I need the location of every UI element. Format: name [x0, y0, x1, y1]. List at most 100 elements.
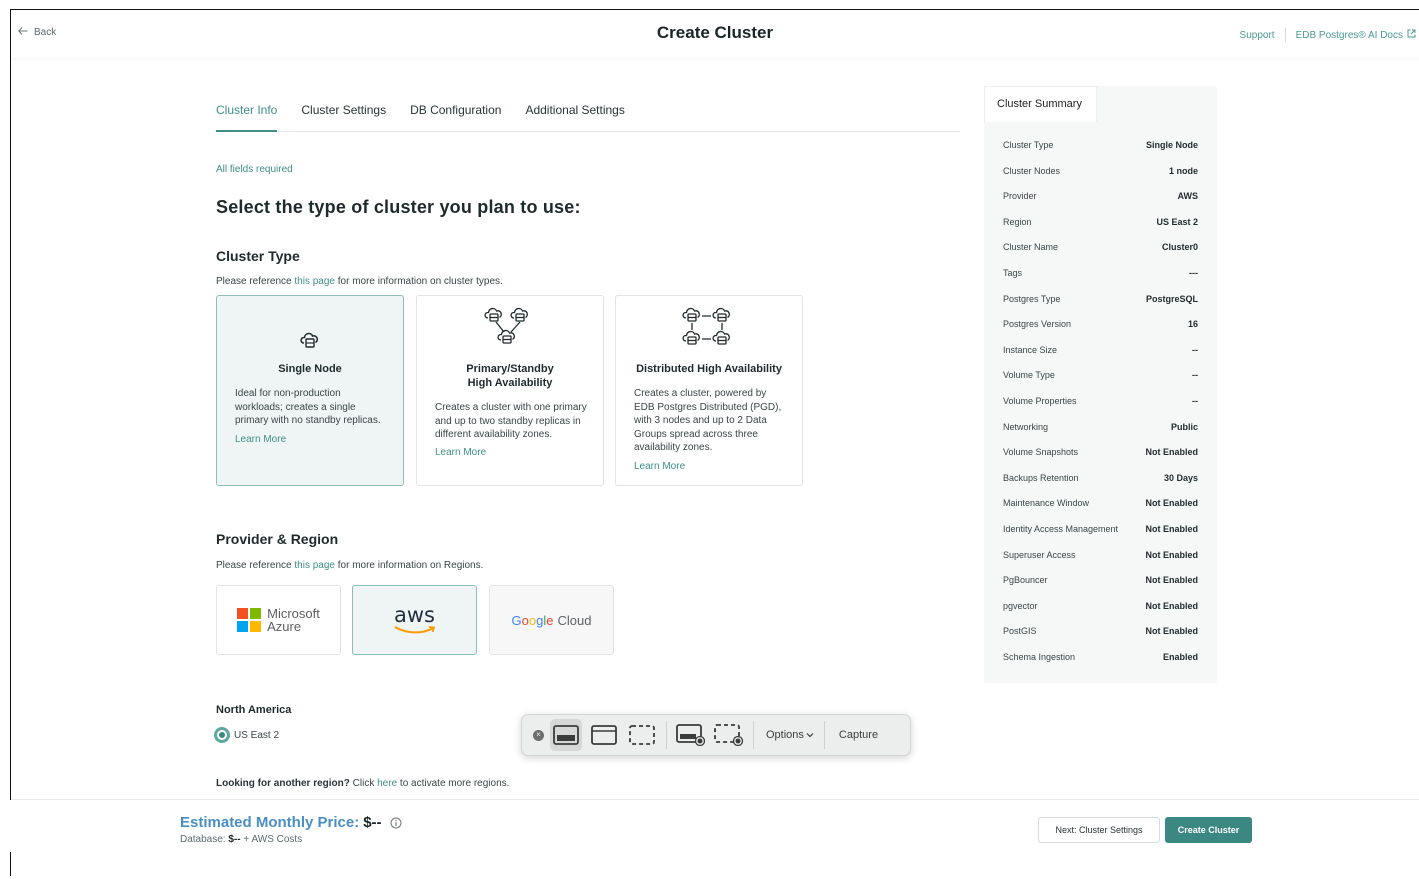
summary-row: Identity Access Management Not Enabled	[1003, 524, 1198, 550]
reference-suffix: for more information on cluster types.	[334, 276, 503, 287]
capture-button[interactable]: Capture	[839, 729, 878, 741]
tab-cluster-info[interactable]: Cluster Info	[216, 103, 278, 132]
price-label: Estimated Monthly Price:	[180, 814, 360, 831]
toolbar-close-icon[interactable]: ×	[533, 729, 544, 741]
summary-row: PgBouncer Not Enabled	[1003, 575, 1198, 601]
summary-value: Single Node	[1145, 140, 1198, 150]
distributed-ha-learn-more[interactable]: Learn More	[634, 461, 685, 472]
price-value: $--	[363, 814, 382, 831]
wizard-tabs: Cluster Info Cluster Settings DB Configu…	[216, 103, 960, 132]
tab-cluster-settings[interactable]: Cluster Settings	[301, 103, 386, 132]
cluster-type-primary-standby[interactable]: Primary/Standby High Availability Create…	[416, 295, 604, 486]
primary-standby-icon	[417, 306, 603, 348]
info-icon[interactable]	[390, 817, 402, 829]
summary-key: Volume Type	[1003, 370, 1055, 381]
summary-key: Postgres Version	[1003, 319, 1072, 330]
provider-region-heading: Provider & Region	[216, 531, 339, 547]
reference-prefix: Please reference	[216, 560, 295, 571]
capture-entire-screen-button[interactable]	[550, 719, 582, 751]
summary-key: Maintenance Window	[1003, 498, 1090, 509]
distributed-ha-title: Distributed High Availability	[636, 363, 782, 375]
cluster-types-link[interactable]: this page	[294, 276, 335, 287]
cluster-type-single-node[interactable]: Single Node Ideal for non-production wor…	[216, 295, 404, 486]
summary-value: Enabled	[1162, 651, 1198, 662]
summary-key: PgBouncer	[1003, 575, 1048, 586]
regions-reference: Please reference this page for more info…	[216, 560, 483, 571]
next-cluster-settings-button[interactable]: Next: Cluster Settings	[1038, 817, 1160, 843]
capture-window-button[interactable]	[588, 719, 620, 751]
summary-value: Cluster0	[1161, 242, 1198, 253]
summary-row: Postgres Type PostgreSQL	[1003, 294, 1198, 320]
record-entire-screen-button[interactable]	[675, 719, 707, 751]
options-menu[interactable]: Options	[766, 729, 814, 741]
summary-value: Not Enabled	[1145, 447, 1198, 458]
support-link[interactable]: Support	[1240, 30, 1275, 41]
provider-azure[interactable]: Microsoft Azure	[216, 585, 341, 655]
cluster-summary-panel: Cluster Summary Cluster Type Single Node C…	[984, 86, 1217, 683]
db-suffix: + AWS Costs	[240, 834, 303, 845]
record-screen-icon	[676, 724, 706, 746]
tab-additional-settings[interactable]: Additional Settings	[525, 103, 624, 132]
aws-smile-icon	[393, 626, 435, 634]
summary-row: Backups Retention 30 Days	[1003, 473, 1198, 499]
summary-row: PostGIS Not Enabled	[1003, 626, 1198, 652]
summary-row: Cluster Type Single Node	[1003, 140, 1198, 166]
summary-row: Instance Size --	[1003, 345, 1198, 371]
provider-aws[interactable]: aws	[352, 585, 477, 655]
estimated-price: Estimated Monthly Price: $--	[180, 814, 402, 831]
google-cloud-logo: Google Cloud	[512, 613, 592, 628]
header-separator	[1284, 28, 1286, 42]
summary-value: ---	[1189, 267, 1198, 278]
summary-key: Provider	[1003, 191, 1037, 202]
app-header: Back Create Cluster Support EDB Postgres…	[11, 10, 1419, 58]
form-heading: Select the type of cluster you plan to u…	[216, 197, 581, 217]
single-node-icon	[217, 330, 403, 350]
cluster-type-heading: Cluster Type	[216, 248, 300, 264]
activate-regions-link[interactable]: here	[377, 778, 397, 789]
radio-selected-icon[interactable]	[214, 727, 230, 743]
summary-value: Not Enabled	[1145, 498, 1198, 509]
docs-link-label: EDB Postgres® AI Docs	[1295, 30, 1403, 41]
summary-row: Cluster Nodes 1 node	[1003, 166, 1198, 192]
cluster-summary-tab[interactable]: Cluster Summary	[984, 86, 1097, 122]
summary-value: Not Enabled	[1145, 523, 1198, 534]
tab-db-configuration[interactable]: DB Configuration	[410, 103, 501, 132]
summary-value: --	[1192, 344, 1198, 355]
docs-link[interactable]: EDB Postgres® AI Docs	[1296, 29, 1416, 41]
another-region-bold: Looking for another region?	[216, 778, 350, 789]
db-label: Database:	[180, 834, 229, 845]
distributed-ha-description: Creates a cluster, powered by EDB Postgr…	[634, 388, 782, 453]
summary-key: Volume Properties	[1003, 395, 1077, 406]
region-option-us-east-2[interactable]: US East 2	[214, 727, 279, 743]
reference-suffix: for more information on Regions.	[334, 560, 484, 571]
record-selection-button[interactable]	[713, 719, 745, 751]
primary-standby-title: Primary/Standby High Availability	[427, 362, 593, 390]
summary-key: Cluster Name	[1003, 242, 1059, 253]
summary-row: Superuser Access Not Enabled	[1003, 550, 1198, 576]
header-links: Support EDB Postgres® AI Docs	[1240, 28, 1416, 42]
screenshot-toolbar: × Options Capture	[521, 714, 911, 756]
summary-row: Volume Type --	[1003, 370, 1198, 396]
options-label: Options	[766, 729, 804, 741]
aws-logo: aws	[393, 605, 437, 635]
primary-standby-learn-more[interactable]: Learn More	[435, 447, 486, 458]
summary-row: Volume Properties --	[1003, 396, 1198, 422]
summary-value: 16	[1187, 319, 1198, 330]
cluster-type-reference: Please reference this page for more info…	[216, 276, 503, 287]
summary-value: PostgreSQL	[1145, 293, 1198, 304]
summary-value: Public	[1170, 421, 1198, 432]
capture-selection-button[interactable]	[626, 719, 658, 751]
summary-key: pgvector	[1003, 600, 1038, 611]
regions-link[interactable]: this page	[294, 560, 335, 571]
provider-google-cloud[interactable]: Google Cloud	[489, 585, 614, 655]
summary-row: Volume Snapshots Not Enabled	[1003, 447, 1198, 473]
distributed-ha-icon	[616, 306, 802, 348]
summary-value: Not Enabled	[1145, 575, 1198, 586]
cluster-type-distributed-ha[interactable]: Distributed High Availability Creates a …	[615, 295, 803, 486]
single-node-learn-more[interactable]: Learn More	[235, 434, 286, 445]
page-title: Create Cluster	[656, 23, 774, 42]
summary-key: Postgres Type	[1003, 293, 1061, 304]
summary-key: Superuser Access	[1003, 549, 1076, 560]
summary-row: Maintenance Window Not Enabled	[1003, 498, 1198, 524]
create-cluster-button[interactable]: Create Cluster	[1165, 817, 1252, 843]
